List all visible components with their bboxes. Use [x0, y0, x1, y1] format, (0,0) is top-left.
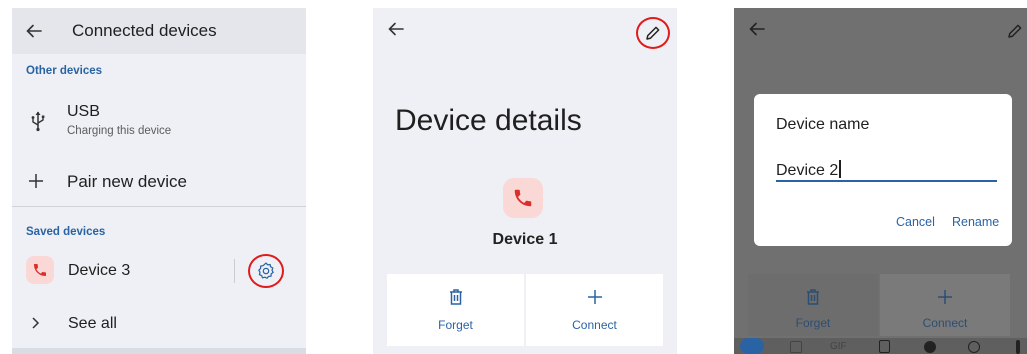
mic-icon[interactable]: [1016, 340, 1020, 354]
top-app-bar: Connected devices: [12, 8, 306, 54]
back-arrow-icon[interactable]: [387, 20, 409, 42]
usb-icon: [30, 110, 46, 132]
trash-icon: [748, 288, 878, 306]
sticker-icon[interactable]: [790, 341, 802, 353]
usb-list-item[interactable]: USB Charging this device: [12, 100, 306, 144]
rename-dialog: Device name Device 2 Cancel Rename: [754, 94, 1012, 246]
saved-device-item[interactable]: Device 3: [12, 254, 306, 290]
page-title: Device details: [395, 104, 582, 137]
apps-grid-icon[interactable]: [740, 338, 764, 354]
chevron-right-icon: [30, 316, 42, 335]
usb-subtitle: Charging this device: [67, 125, 172, 137]
back-arrow-icon[interactable]: [748, 20, 770, 42]
section-header-other-devices: Other devices: [26, 65, 103, 77]
section-header-saved-devices: Saved devices: [26, 226, 106, 238]
pencil-icon[interactable]: [1006, 22, 1027, 44]
saved-device-name: Device 3: [68, 262, 131, 279]
dialog-title: Device name: [776, 116, 870, 133]
connect-button[interactable]: Connect: [880, 274, 1010, 336]
connected-devices-screen: Connected devices Other devices USB Char…: [12, 8, 306, 354]
device-actions: Forget Connect: [748, 274, 1010, 336]
phone-icon: [26, 256, 54, 284]
clipboard-icon[interactable]: [879, 340, 890, 353]
pair-new-device-label: Pair new device: [67, 172, 188, 191]
usb-title: USB: [67, 103, 100, 120]
page-title: Connected devices: [72, 21, 217, 40]
forget-label: Forget: [795, 316, 831, 330]
plus-icon: [526, 288, 663, 306]
plus-icon: [880, 288, 1010, 306]
device-details-screen: Device details Device 1 Forget Connect: [373, 8, 677, 354]
cancel-button[interactable]: Cancel: [896, 215, 935, 229]
trash-icon: [387, 288, 524, 306]
rename-button[interactable]: Rename: [952, 215, 999, 229]
palette-icon[interactable]: [968, 341, 980, 353]
see-all-item[interactable]: See all: [12, 308, 306, 338]
phone-icon: [503, 178, 543, 218]
pair-new-device-item[interactable]: Pair new device: [12, 164, 306, 198]
device-name: Device 1: [492, 231, 558, 248]
forget-label: Forget: [438, 318, 473, 332]
connect-label: Connect: [922, 316, 968, 330]
device-name-input[interactable]: Device 2: [776, 160, 997, 182]
rename-device-screen: Forget Connect GIF Device name Device 2 …: [734, 8, 1027, 354]
connect-button[interactable]: Connect: [526, 274, 663, 346]
gear-icon[interactable]: [248, 254, 284, 288]
forget-button[interactable]: Forget: [748, 274, 878, 336]
connect-label: Connect: [572, 318, 617, 332]
gif-button[interactable]: GIF: [830, 341, 847, 352]
forget-button[interactable]: Forget: [387, 274, 524, 346]
back-arrow-icon[interactable]: [22, 19, 46, 43]
pencil-icon[interactable]: [636, 17, 670, 49]
see-all-label: See all: [68, 315, 117, 332]
plus-icon: [26, 171, 46, 191]
divider: [12, 348, 306, 354]
text-cursor: [839, 160, 842, 178]
keyboard-toolbar: GIF: [734, 338, 1027, 354]
device-name-input-value: Device 2: [776, 162, 839, 179]
divider: [12, 206, 306, 207]
settings-icon[interactable]: [924, 341, 936, 353]
device-actions: Forget Connect: [387, 274, 663, 346]
vertical-divider: [234, 259, 235, 283]
